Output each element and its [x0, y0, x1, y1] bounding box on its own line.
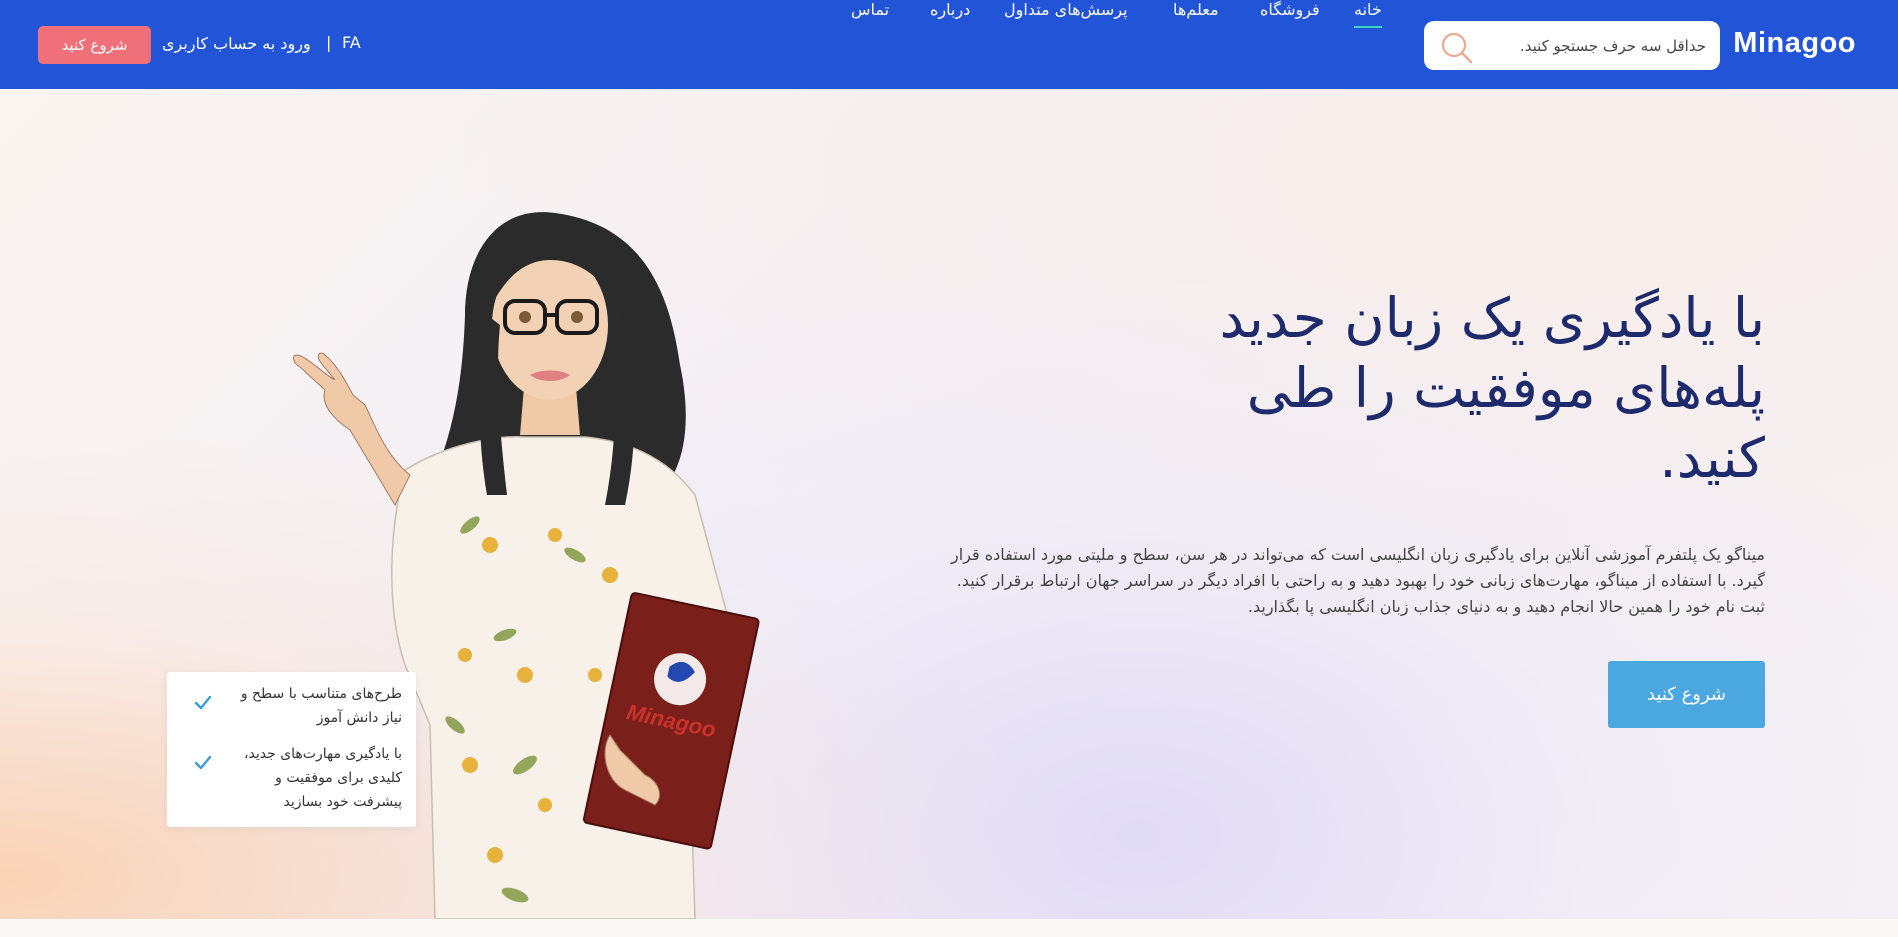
nav-teachers[interactable]: معلم‌ها — [1173, 0, 1219, 19]
nav-faq[interactable]: پرسش‌های متداول — [1004, 0, 1128, 19]
feature-item: طرح‌های متناسب با سطح و نیاز دانش آموز — [181, 682, 402, 730]
nav-home[interactable]: خانه — [1354, 0, 1382, 28]
hero-headline: با یادگیری یک زبان جدید پله‌های موفقیت ر… — [1219, 286, 1765, 490]
search-box — [1424, 21, 1720, 70]
check-icon — [194, 755, 212, 770]
hero-description: میناگو یک پلتفرم آموزشی آنلاین برای یادگ… — [951, 545, 1765, 616]
get-started-hero-button[interactable]: شروع کنید — [1608, 661, 1765, 728]
search-icon[interactable] — [1440, 31, 1474, 65]
feature-text: طرح‌های متناسب با سطح و نیاز دانش آموز — [240, 686, 402, 726]
search-input[interactable] — [1476, 21, 1706, 70]
check-icon — [194, 695, 212, 710]
nav-shop[interactable]: فروشگاه — [1260, 0, 1320, 19]
nav-contact[interactable]: تماس — [851, 0, 889, 19]
get-started-nav-button[interactable]: شروع کنید — [38, 26, 151, 64]
hero-bottom-strip — [0, 919, 1898, 937]
feature-item: با یادگیری مهارت‌های جدید، کلیدی برای مو… — [181, 742, 402, 814]
brand-logo[interactable]: Minagoo — [1733, 27, 1856, 60]
language-switch[interactable]: FA — [342, 33, 361, 52]
nav-separator: | — [326, 33, 332, 52]
nav-about[interactable]: درباره — [930, 0, 970, 19]
login-link[interactable]: ورود به حساب کاربری — [162, 34, 311, 53]
feature-text: با یادگیری مهارت‌های جدید، کلیدی برای مو… — [243, 746, 402, 810]
feature-card: طرح‌های متناسب با سطح و نیاز دانش آموز ب… — [167, 672, 416, 827]
top-navbar: Minagoo خانه فروشگاه معلم‌ها پرسش‌های مت… — [0, 0, 1898, 89]
